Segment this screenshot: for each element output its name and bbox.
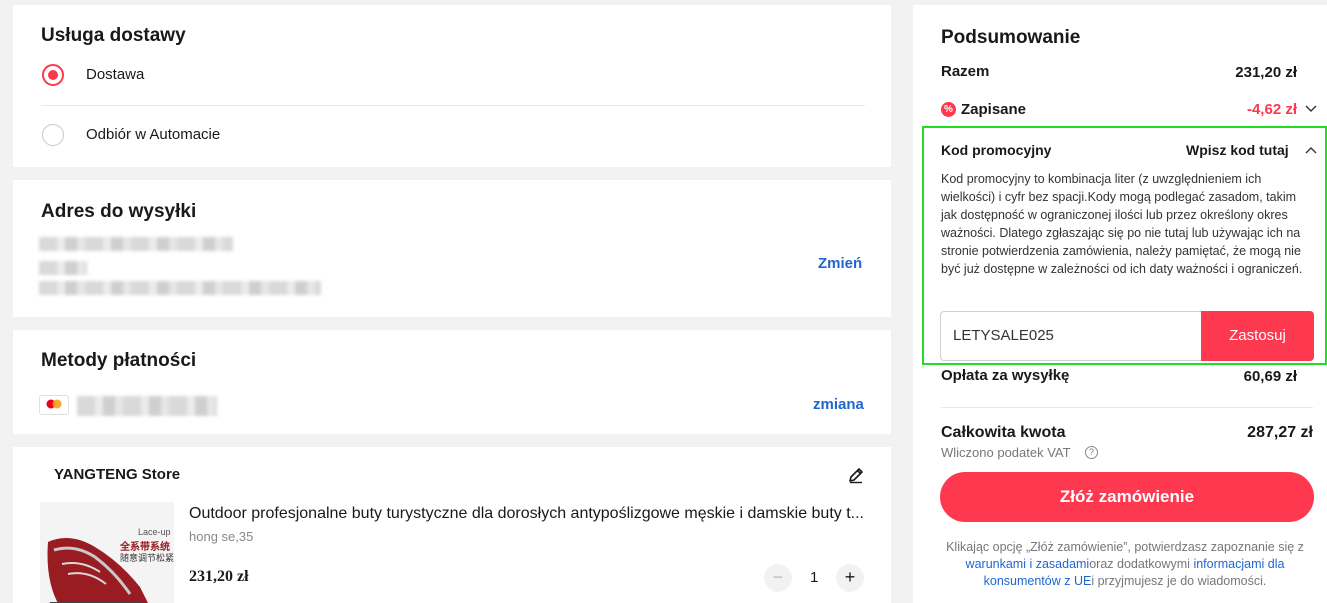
product-title[interactable]: Outdoor profesjonalne buty turystyczne d… bbox=[189, 505, 869, 523]
vat-note: Wliczono podatek VAT bbox=[941, 445, 1071, 460]
apply-promo-button[interactable]: Zastosuj bbox=[1201, 311, 1314, 361]
address-line-redacted bbox=[39, 237, 233, 251]
store-card: YANGTENG Store Lace-up 全系带系统 随意调节松紧 Outd… bbox=[13, 447, 891, 603]
pencil-icon[interactable] bbox=[847, 466, 865, 484]
radio-selected[interactable] bbox=[42, 64, 64, 86]
product-image-caption: Lace-up bbox=[138, 527, 171, 537]
product-image-caption: 随意调节松紧 bbox=[120, 553, 174, 563]
divider bbox=[41, 105, 865, 106]
summary-card: Podsumowanie Razem 231,20 zł % Zapisane … bbox=[913, 5, 1327, 603]
address-title: Adres do wysyłki bbox=[41, 201, 197, 222]
legal-note: Klikając opcję „Złóż zamówienie”, potwie… bbox=[943, 539, 1307, 590]
total-label: Całkowita kwota bbox=[941, 424, 1066, 441]
subtotal-value: 231,20 zł bbox=[1235, 64, 1297, 81]
info-icon[interactable]: ? bbox=[1085, 446, 1098, 459]
chevron-up-icon[interactable] bbox=[1305, 145, 1317, 155]
legal-text: oraz dodatkowymi bbox=[1089, 557, 1194, 571]
payment-card: Metody płatności zmiana bbox=[13, 330, 891, 434]
legal-text: i przyjmujesz je do wiadomości. bbox=[1091, 574, 1267, 588]
card-number-redacted bbox=[77, 396, 217, 416]
saved-value: -4,62 zł bbox=[1246, 101, 1297, 118]
chevron-down-icon[interactable] bbox=[1305, 104, 1317, 114]
mastercard-icon bbox=[39, 395, 69, 415]
delivery-option-dostawa[interactable]: Dostawa bbox=[41, 63, 865, 97]
promo-code-value: LETYSALE025 bbox=[953, 327, 1054, 344]
delivery-title: Usługa dostawy bbox=[41, 25, 186, 46]
change-payment-link[interactable]: zmiana bbox=[813, 396, 864, 413]
increase-quantity-button[interactable]: + bbox=[836, 564, 864, 592]
promo-toggle[interactable]: Wpisz kod tutaj bbox=[1186, 142, 1289, 158]
saved-label: Zapisane bbox=[961, 101, 1027, 118]
discount-icon: % bbox=[941, 102, 956, 117]
product-variant: hong se,35 bbox=[189, 529, 254, 544]
terms-link[interactable]: warunkami i zasadami bbox=[966, 557, 1090, 571]
subtotal-label: Razem bbox=[941, 63, 990, 80]
address-line-redacted bbox=[39, 281, 321, 295]
change-address-link[interactable]: Zmień bbox=[818, 255, 862, 272]
total-value: 287,27 zł bbox=[1247, 424, 1313, 441]
legal-text: Klikając opcję „Złóż zamówienie”, potwie… bbox=[946, 540, 1304, 554]
delivery-card: Usługa dostawy Dostawa Odbiór w Automaci… bbox=[13, 5, 891, 167]
delivery-option-automat[interactable]: Odbiór w Automacie bbox=[41, 123, 865, 157]
promo-description: Kod promocyjny to kombinacja liter (z uw… bbox=[941, 172, 1303, 276]
promo-label: Kod promocyjny bbox=[941, 142, 1052, 158]
summary-title: Podsumowanie bbox=[941, 27, 1081, 48]
store-name[interactable]: YANGTENG Store bbox=[54, 466, 180, 483]
delivery-option-label: Dostawa bbox=[86, 66, 145, 83]
product-image[interactable]: Lace-up 全系带系统 随意调节松紧 bbox=[40, 502, 174, 603]
payment-title: Metody płatności bbox=[41, 350, 197, 371]
quantity-value: 1 bbox=[810, 569, 819, 586]
divider bbox=[941, 407, 1313, 408]
place-order-button[interactable]: Złóż zamówienie bbox=[940, 472, 1314, 522]
quantity-stepper: − 1 + bbox=[764, 564, 868, 592]
radio-unselected[interactable] bbox=[42, 124, 64, 146]
delivery-option-label: Odbiór w Automacie bbox=[86, 126, 221, 143]
shipping-label: Opłata za wysyłkę bbox=[941, 367, 1070, 384]
address-card: Adres do wysyłki Zmień bbox=[13, 180, 891, 317]
address-line-redacted bbox=[39, 261, 87, 275]
product-price: 231,20 zł bbox=[189, 568, 249, 585]
promo-code-input[interactable]: LETYSALE025 bbox=[940, 311, 1203, 361]
promo-section: Kod promocyjny Wpisz kod tutaj Kod promo… bbox=[922, 126, 1327, 365]
decrease-quantity-button[interactable]: − bbox=[764, 564, 792, 592]
shipping-value: 60,69 zł bbox=[1243, 368, 1297, 385]
